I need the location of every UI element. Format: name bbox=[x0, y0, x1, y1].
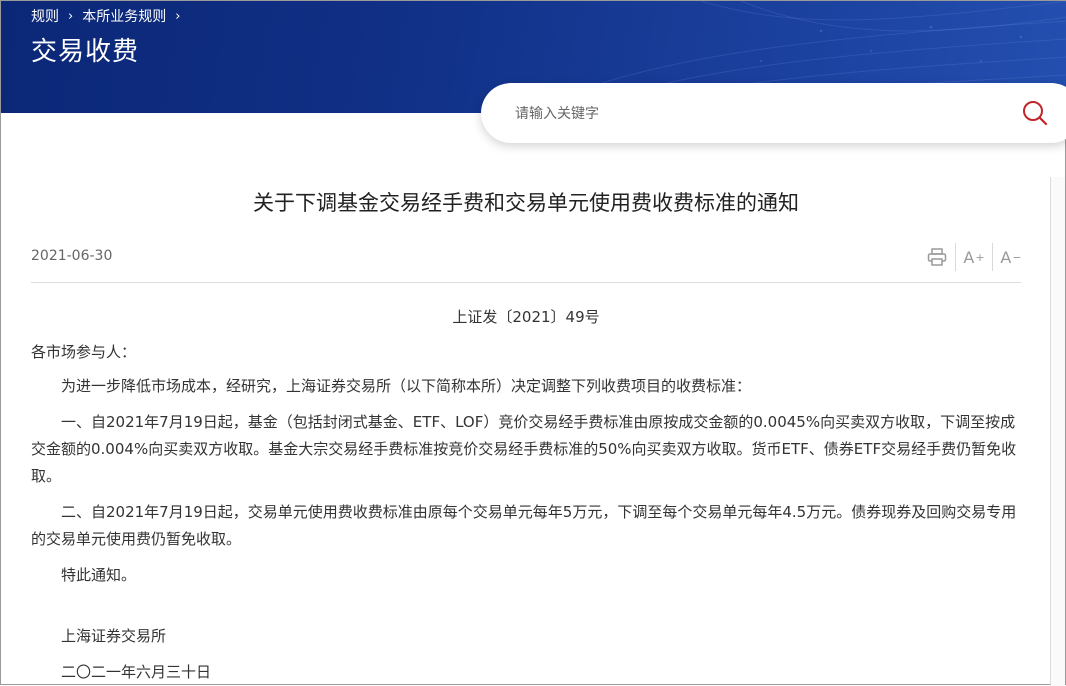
breadcrumb-item-exchange-rules[interactable]: 本所业务规则 bbox=[82, 6, 166, 26]
divider bbox=[31, 282, 1021, 283]
breadcrumb-item-rules[interactable]: 规则 bbox=[31, 6, 59, 26]
paragraph-closing: 特此通知。 bbox=[61, 566, 137, 584]
document-number: 上证发〔2021〕49号 bbox=[452, 308, 600, 326]
paragraph-item-1: 一、自2021年7月19日起，基金（包括封闭式基金、ETF、LOF）竞价交易经手… bbox=[31, 413, 1017, 485]
scrollbar[interactable] bbox=[1050, 177, 1065, 686]
minus-icon: − bbox=[1012, 250, 1022, 264]
font-decrease-button[interactable]: A − bbox=[992, 243, 1029, 271]
breadcrumb: 规则 › 本所业务规则 › bbox=[31, 6, 189, 26]
plus-icon: + bbox=[975, 250, 985, 264]
paragraph-intro: 为进一步降低市场成本，经研究，上海证券交易所（以下简称本所）决定调整下列收费项目… bbox=[61, 377, 752, 395]
font-increase-label: A bbox=[963, 247, 975, 267]
breadcrumb-separator-icon: › bbox=[175, 8, 181, 24]
breadcrumb-separator-icon: › bbox=[68, 8, 74, 24]
publish-date: 2021-06-30 bbox=[31, 248, 113, 264]
paragraph-item-2: 二、自2021年7月19日起，交易单元使用费收费标准由原每个交易单元每年5万元，… bbox=[31, 503, 1017, 548]
search-box bbox=[481, 83, 1066, 143]
article-body: 上证发〔2021〕49号 各市场参与人： 为进一步降低市场成本，经研究，上海证券… bbox=[31, 304, 1021, 686]
page-title: 交易收费 bbox=[31, 37, 140, 67]
search-icon[interactable] bbox=[1021, 99, 1049, 127]
font-decrease-label: A bbox=[1000, 247, 1012, 267]
font-increase-button[interactable]: A + bbox=[955, 243, 992, 271]
article-tools: A + A − bbox=[919, 243, 1029, 271]
sign-date: 二〇二一年六月三十日 bbox=[61, 663, 212, 681]
article-title: 关于下调基金交易经手费和交易单元使用费收费标准的通知 bbox=[253, 191, 799, 215]
printer-icon bbox=[927, 248, 947, 266]
signature: 上海证券交易所 bbox=[61, 627, 167, 645]
print-button[interactable] bbox=[919, 243, 955, 271]
search-input[interactable] bbox=[513, 101, 997, 127]
salutation: 各市场参与人： bbox=[31, 343, 137, 361]
